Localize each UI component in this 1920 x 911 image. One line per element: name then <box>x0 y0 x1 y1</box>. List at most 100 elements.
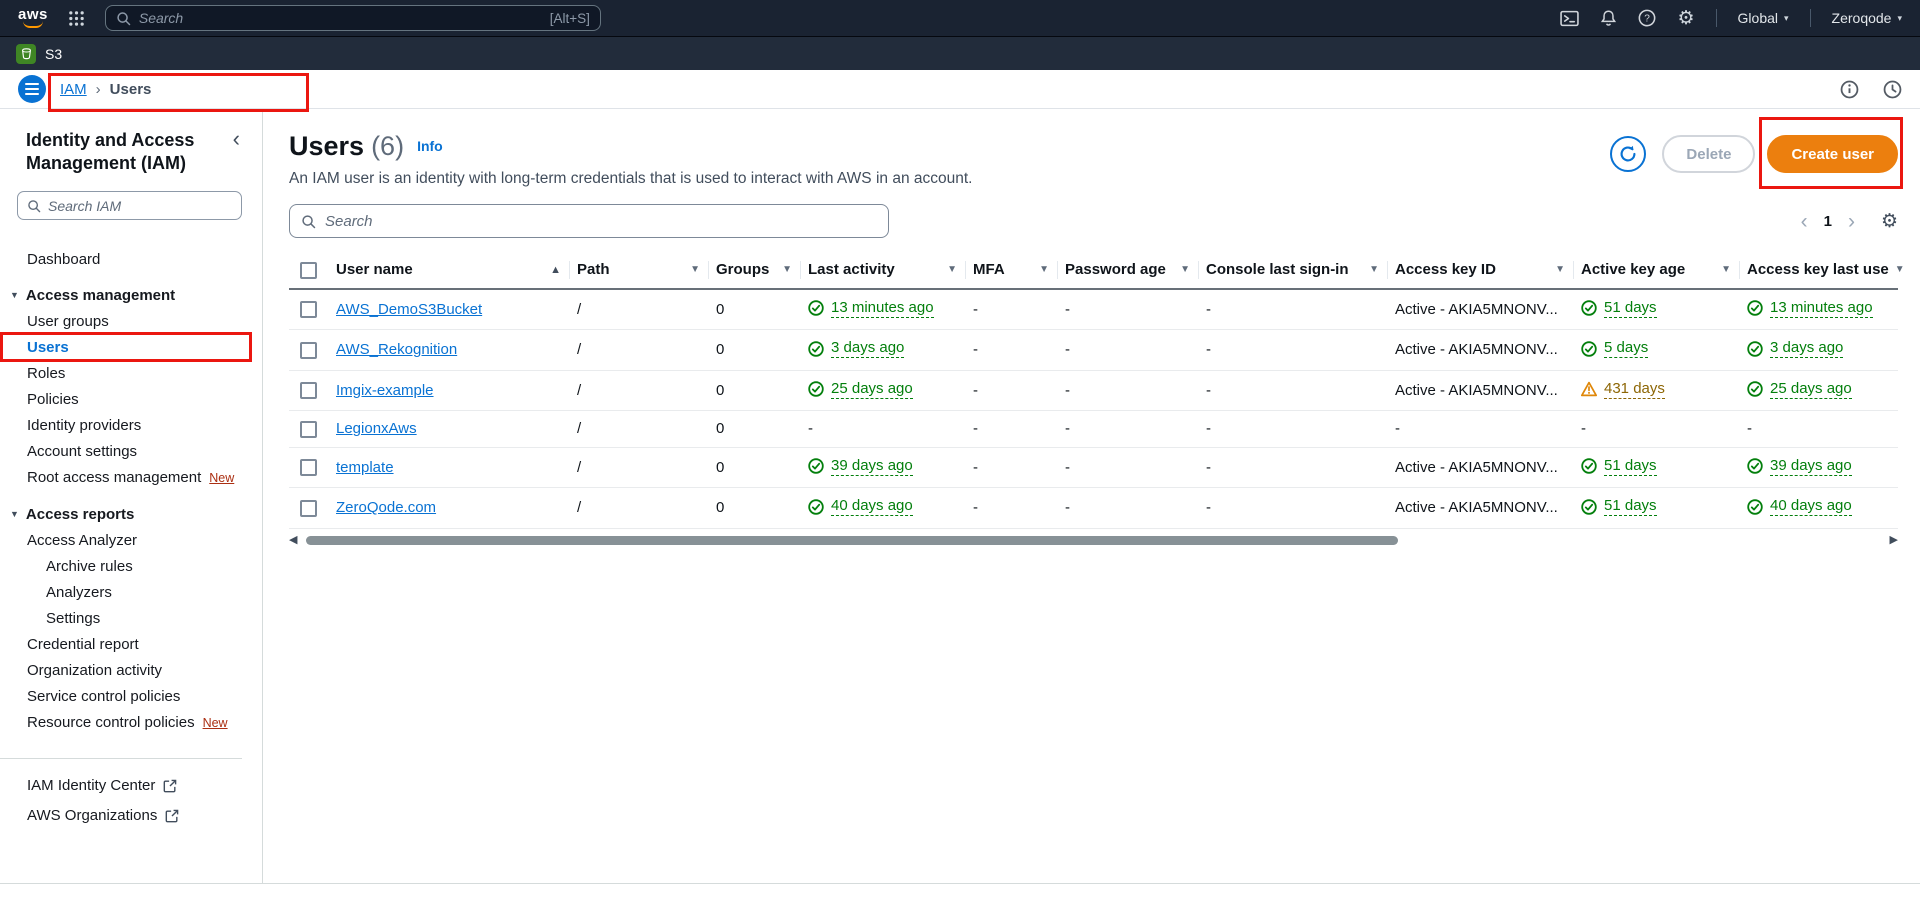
sidebar-item-archive-rules[interactable]: Archive rules <box>0 553 262 579</box>
account-label: Zeroqode <box>1832 10 1892 26</box>
pagination-next[interactable]: › <box>1848 211 1855 232</box>
filter-caret-icon[interactable]: ▼ <box>1889 264 1905 275</box>
column-header-console-last-sign-in[interactable]: Console last sign-in▼ <box>1198 252 1387 289</box>
user-name-link[interactable]: ZeroQode.com <box>336 499 436 516</box>
sidebar-item-user-groups[interactable]: User groups <box>0 308 262 334</box>
row-checkbox[interactable] <box>300 342 317 359</box>
scroll-left-icon[interactable]: ◀ <box>289 535 297 546</box>
sidebar-item-organization-activity[interactable]: Organization activity <box>0 657 262 683</box>
sidebar-item-access-analyzer[interactable]: Access Analyzer <box>0 527 262 553</box>
sidebar-collapse-icon[interactable]: ‹ <box>233 129 240 149</box>
scroll-right-icon[interactable]: ▶ <box>1890 535 1898 546</box>
sidebar-search-input[interactable] <box>48 198 232 214</box>
column-header-path[interactable]: Path▼ <box>569 252 708 289</box>
breadcrumb-iam-link[interactable]: IAM <box>60 81 87 98</box>
cloudshell-terminal-icon[interactable] <box>1560 10 1579 27</box>
global-search-box[interactable]: [Alt+S] <box>105 5 601 31</box>
column-header-groups[interactable]: Groups▼ <box>708 252 800 289</box>
sidebar-item-root-access-management[interactable]: Root access managementNew <box>0 464 262 491</box>
scrollbar-track[interactable] <box>306 536 1880 545</box>
sidebar-item-analyzers[interactable]: Analyzers <box>0 579 262 605</box>
sidebar-item-access-reports[interactable]: ▼Access reports <box>0 501 262 527</box>
path-cell: / <box>569 289 708 330</box>
pagination-previous[interactable]: ‹ <box>1801 211 1808 232</box>
sidebar-item-settings[interactable]: Settings <box>0 605 262 631</box>
select-all-checkbox[interactable] <box>300 262 317 279</box>
page-actions: Delete Create user <box>1610 131 1898 173</box>
filter-caret-icon[interactable]: ▼ <box>1363 264 1379 275</box>
table-filter-box[interactable] <box>289 204 889 238</box>
row-checkbox[interactable] <box>300 301 317 318</box>
scrollbar-thumb[interactable] <box>306 536 1398 545</box>
global-search-input[interactable] <box>139 10 542 26</box>
refresh-button[interactable] <box>1610 136 1646 172</box>
side-nav-toggle-hamburger-icon[interactable] <box>18 75 46 103</box>
user-name-link[interactable]: AWS_DemoS3Bucket <box>336 301 482 318</box>
column-header-mfa[interactable]: MFA▼ <box>965 252 1057 289</box>
sidebar-footer-link-iam-identity-center[interactable]: IAM Identity Center <box>27 777 262 794</box>
sidebar-item-credential-report[interactable]: Credential report <box>0 631 262 657</box>
sidebar-item-identity-providers[interactable]: Identity providers <box>0 412 262 438</box>
filter-caret-icon[interactable]: ▼ <box>684 264 700 275</box>
filter-caret-icon[interactable]: ▼ <box>1174 264 1190 275</box>
settings-gear-icon[interactable]: ⚙ <box>1677 9 1694 28</box>
sidebar-item-users[interactable]: Users <box>0 334 262 360</box>
sidebar-search-box[interactable] <box>17 191 242 220</box>
sidebar-item-dashboard[interactable]: Dashboard <box>0 246 262 272</box>
sidebar-item-service-control-policies[interactable]: Service control policies <box>0 683 262 709</box>
user-name-link[interactable]: LegionxAws <box>336 420 417 437</box>
filter-caret-icon[interactable]: ▼ <box>941 264 957 275</box>
delete-button[interactable]: Delete <box>1662 135 1755 173</box>
pagination-current-page[interactable]: 1 <box>1822 213 1834 230</box>
filter-caret-icon[interactable]: ▼ <box>1549 264 1565 275</box>
user-name-link[interactable]: Imgix-example <box>336 382 434 399</box>
table-row: LegionxAws/0------- <box>289 411 1898 448</box>
column-header-access-key-last-use[interactable]: Access key last use▼ <box>1739 252 1898 289</box>
password-age-cell: - <box>1057 330 1198 371</box>
filter-caret-icon[interactable]: ▼ <box>1715 264 1731 275</box>
table-settings-gear-icon[interactable]: ⚙ <box>1881 212 1898 231</box>
table-filter-input[interactable] <box>325 213 877 230</box>
column-header-password-age[interactable]: Password age▼ <box>1057 252 1198 289</box>
info-link[interactable]: Info <box>417 138 443 154</box>
notifications-bell-icon[interactable] <box>1600 9 1617 27</box>
table-row: template/039 days ago---Active - AKIA5MN… <box>289 447 1898 488</box>
help-icon[interactable]: ? <box>1638 9 1656 27</box>
status-ok-icon <box>1747 300 1763 316</box>
sidebar-item-resource-control-policies[interactable]: Resource control policiesNew <box>0 709 262 736</box>
region-selector[interactable]: Global ▾ <box>1738 10 1789 26</box>
row-checkbox[interactable] <box>300 459 317 476</box>
status-warning-icon <box>1581 381 1597 397</box>
path-cell: / <box>569 488 708 529</box>
row-checkbox[interactable] <box>300 500 317 517</box>
user-name-link[interactable]: template <box>336 459 394 476</box>
sidebar-item-policies[interactable]: Policies <box>0 386 262 412</box>
new-badge: New <box>203 716 228 730</box>
sidebar-footer-link-aws-organizations[interactable]: AWS Organizations <box>27 807 262 824</box>
filter-caret-icon[interactable]: ▼ <box>1033 264 1049 275</box>
column-header-user-name[interactable]: User name ▲ <box>328 252 569 289</box>
history-clock-icon[interactable] <box>1883 80 1902 99</box>
sidebar-item-roles[interactable]: Roles <box>0 360 262 386</box>
column-label: User name <box>336 261 413 278</box>
sort-ascending-icon[interactable]: ▲ <box>544 264 561 276</box>
table-row: ZeroQode.com/040 days ago---Active - AKI… <box>289 488 1898 529</box>
aws-logo[interactable]: aws <box>18 8 48 28</box>
sidebar-item-account-settings[interactable]: Account settings <box>0 438 262 464</box>
favorite-s3-shortcut[interactable]: S3 <box>16 44 62 64</box>
filter-caret-icon[interactable]: ▼ <box>776 264 792 275</box>
row-checkbox[interactable] <box>300 421 317 438</box>
column-header-access-key-id[interactable]: Access key ID▼ <box>1387 252 1573 289</box>
account-menu[interactable]: Zeroqode ▾ <box>1832 10 1902 26</box>
column-header-last-activity[interactable]: Last activity▼ <box>800 252 965 289</box>
create-user-button[interactable]: Create user <box>1767 135 1898 173</box>
column-header-active-key-age[interactable]: Active key age▼ <box>1573 252 1739 289</box>
row-checkbox[interactable] <box>300 382 317 399</box>
services-grid-icon[interactable] <box>68 10 85 27</box>
info-panel-icon[interactable] <box>1840 80 1859 99</box>
access-key-last-used-status: 39 days ago <box>1747 457 1852 476</box>
sidebar-item-label: Access management <box>26 286 175 305</box>
status-text: 51 days <box>1604 457 1657 476</box>
sidebar-item-access-management[interactable]: ▼Access management <box>0 282 262 308</box>
user-name-link[interactable]: AWS_Rekognition <box>336 341 457 358</box>
